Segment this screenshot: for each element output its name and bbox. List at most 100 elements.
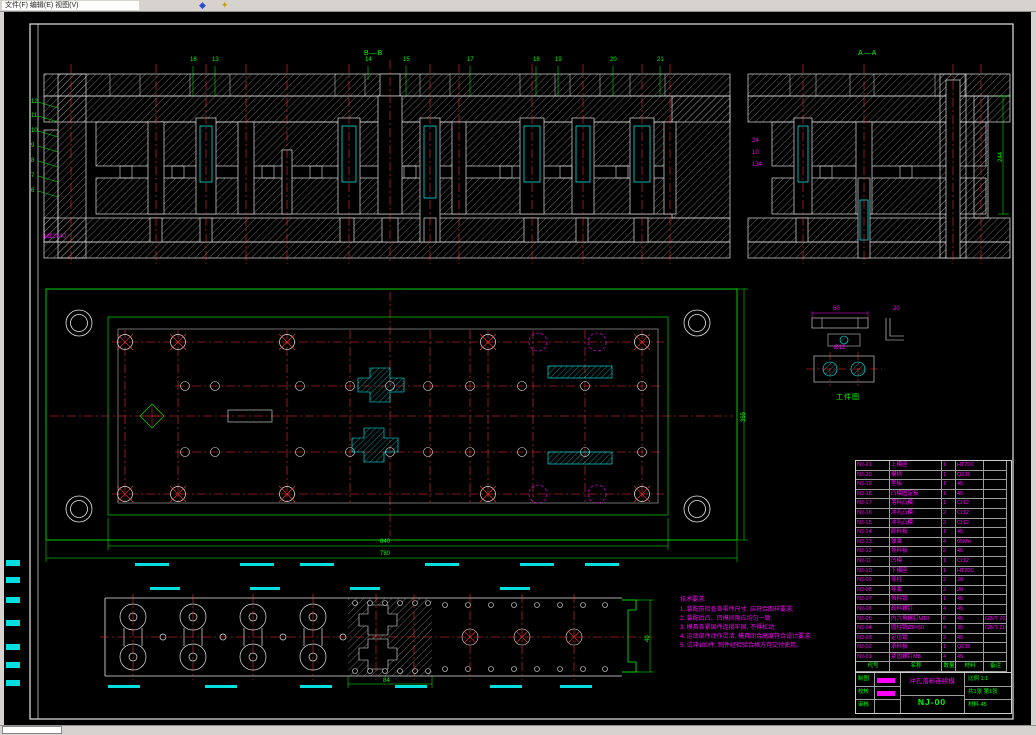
parts-cell: 导柱: [890, 576, 942, 586]
parts-cell: 上模座: [890, 461, 942, 471]
auditor-label: 审核: [858, 702, 870, 708]
parts-cell: 凹模: [890, 556, 942, 567]
balloon-label: 16: [190, 57, 197, 63]
parts-cell: 35: [956, 624, 984, 634]
parts-cell: 45: [956, 528, 984, 538]
plan-view: [45, 288, 748, 562]
parts-cell: 45: [956, 604, 984, 615]
parts-cell: 冲孔凸模: [890, 518, 942, 529]
parts-cell: 内六角螺钉M10: [890, 614, 942, 625]
dim-aa-2: 10: [752, 150, 759, 156]
balloon-label: 17: [467, 57, 474, 63]
tech-requirement-line: 4. 运动部件动作灵活, 模具闭合高度符合设计要求;: [680, 634, 812, 640]
material-field: 材料 45: [968, 702, 987, 708]
tech-requirement-line: 3. 模具各紧固件连接牢固, 不得松动;: [680, 625, 776, 631]
parts-cell: 1: [942, 556, 956, 567]
parts-cell: Cr12: [956, 508, 984, 519]
parts-cell: [984, 604, 1007, 615]
parts-cell: 凸模固定板: [890, 489, 942, 500]
tech-requirement-line: 1. 装配前检查各零件尺寸, 应符合图样要求;: [680, 607, 794, 613]
parts-header-cell: 备注: [984, 662, 1007, 673]
parts-cell: 1: [942, 499, 956, 509]
parts-cell: 4: [942, 604, 956, 615]
parts-cell: 45: [956, 489, 984, 500]
parts-cell: NJ-02: [856, 643, 890, 653]
parts-cell: NJ-16: [856, 508, 890, 519]
window-right-border: [1031, 0, 1036, 735]
balloon-label: 12: [31, 99, 38, 105]
parts-cell: 1: [942, 489, 956, 500]
parts-cell: 弹簧: [890, 537, 942, 548]
dim-strip-pitch: 84: [383, 678, 390, 684]
parts-cell: [984, 489, 1007, 500]
toolbar-icon-b[interactable]: ✦: [221, 0, 229, 11]
balloon-label: 7: [31, 173, 35, 179]
parts-cell: HT200: [956, 461, 984, 471]
parts-cell: NJ-10: [856, 566, 890, 577]
parts-cell: 1: [942, 528, 956, 538]
parts-cell: [984, 576, 1007, 586]
parts-cell: 落料凸模: [890, 499, 942, 509]
parts-cell: [984, 480, 1007, 490]
parts-cell: NJ-06: [856, 604, 890, 615]
parts-header-cell: 数量: [942, 662, 956, 673]
parts-cell: 1: [942, 480, 956, 490]
parts-cell: 45: [956, 652, 984, 663]
balloon-label: 11: [31, 113, 38, 119]
tech-requirement-line: 2. 装配后凸、凹模间隙应均匀一致;: [680, 616, 773, 622]
parts-cell: Cr12: [956, 556, 984, 567]
parts-cell: 下模座: [890, 566, 942, 577]
balloon-label: 18: [533, 57, 540, 63]
balloon-label: 9: [31, 143, 35, 149]
parts-cell: NJ-03: [856, 633, 890, 644]
parts-cell: 垫板: [890, 480, 942, 490]
parts-cell: [984, 537, 1007, 548]
parts-cell: [984, 518, 1007, 529]
parts-cell: [984, 585, 1007, 596]
parts-cell: [984, 470, 1007, 481]
parts-cell: NJ-18: [856, 489, 890, 500]
toolbar-icon-a[interactable]: ◆: [199, 0, 206, 11]
menu-bar-fragment[interactable]: 文件(F) 编辑(E) 视图(V): [2, 1, 139, 10]
drawing-number: NJ-00: [917, 697, 947, 707]
parts-cell: 挡料销: [890, 595, 942, 605]
horizontal-scrollbar[interactable]: [2, 726, 62, 734]
balloon-label: 8: [31, 158, 35, 164]
parts-cell: 卸料螺钉: [890, 604, 942, 615]
parts-cell: [984, 528, 1007, 538]
parts-cell: NJ-19: [856, 480, 890, 490]
signature-mark: [877, 678, 895, 683]
parts-cell: 1: [942, 643, 956, 653]
dim-aa-3: 134: [752, 162, 763, 168]
cyan-dash-markers: [6, 560, 619, 688]
parts-cell: [984, 566, 1007, 577]
cad-window: 文件(F) 编辑(E) 视图(V) ◆ ✦ B—B A—A 16 13 14 1…: [0, 0, 1036, 735]
parts-cell: 6: [942, 614, 956, 625]
parts-cell: NJ-15: [856, 518, 890, 529]
parts-cell: NJ-08: [856, 585, 890, 596]
sheets-field: 共1张 第1张: [968, 689, 998, 695]
balloon-label: 13: [212, 57, 219, 63]
parts-cell: 1: [942, 566, 956, 577]
parts-cell: 2: [942, 547, 956, 557]
parts-cell: HT200: [956, 566, 984, 577]
parts-cell: [984, 652, 1007, 663]
parts-cell: [984, 508, 1007, 519]
parts-cell: [984, 547, 1007, 557]
parts-cell: 2: [942, 576, 956, 586]
parts-cell: 导料板: [890, 547, 942, 557]
parts-cell: 定位销: [890, 633, 942, 644]
dim-detail-3: Ø12: [834, 345, 846, 351]
parts-cell: [984, 499, 1007, 509]
parts-cell: 冲孔凸模: [890, 508, 942, 519]
parts-cell: Cr12: [956, 499, 984, 509]
drawing-title: 冲孔落料连续模: [909, 678, 955, 685]
parts-cell: 卸料板: [890, 528, 942, 538]
parts-cell: 1: [942, 461, 956, 471]
parts-cell: 45: [956, 633, 984, 644]
parts-cell: NJ-09: [856, 576, 890, 586]
balloon-label: 19: [555, 57, 562, 63]
window-left-border: [0, 0, 4, 735]
parts-header-cell: 名称: [890, 662, 942, 673]
parts-cell: 紧固螺钉M8: [890, 652, 942, 663]
